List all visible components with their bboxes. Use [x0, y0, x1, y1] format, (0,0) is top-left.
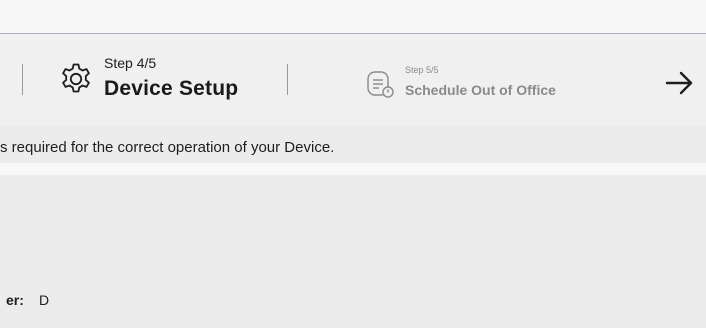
field-value: D: [39, 292, 50, 308]
stepper-bar: Step 4/5 Device Setup Step 5/5 Schedule …: [0, 34, 706, 126]
top-bar: [0, 0, 706, 34]
info-text: s required for the correct operation of …: [0, 139, 335, 156]
step-divider: [287, 64, 288, 95]
current-step-label: Step 4/5: [104, 55, 157, 71]
setup-wizard-page: Step 4/5 Device Setup Step 5/5 Schedule …: [0, 0, 706, 328]
next-step-label: Step 5/5: [405, 65, 439, 75]
step-divider: [22, 64, 23, 95]
current-step-title: Device Setup: [104, 77, 239, 100]
arrow-right-icon[interactable]: [662, 66, 696, 100]
field-label: er:: [6, 292, 24, 308]
next-step-title: Schedule Out of Office: [405, 82, 556, 98]
document-clock-icon: [365, 68, 397, 100]
gear-icon: [58, 61, 94, 97]
section-divider: [0, 163, 706, 175]
